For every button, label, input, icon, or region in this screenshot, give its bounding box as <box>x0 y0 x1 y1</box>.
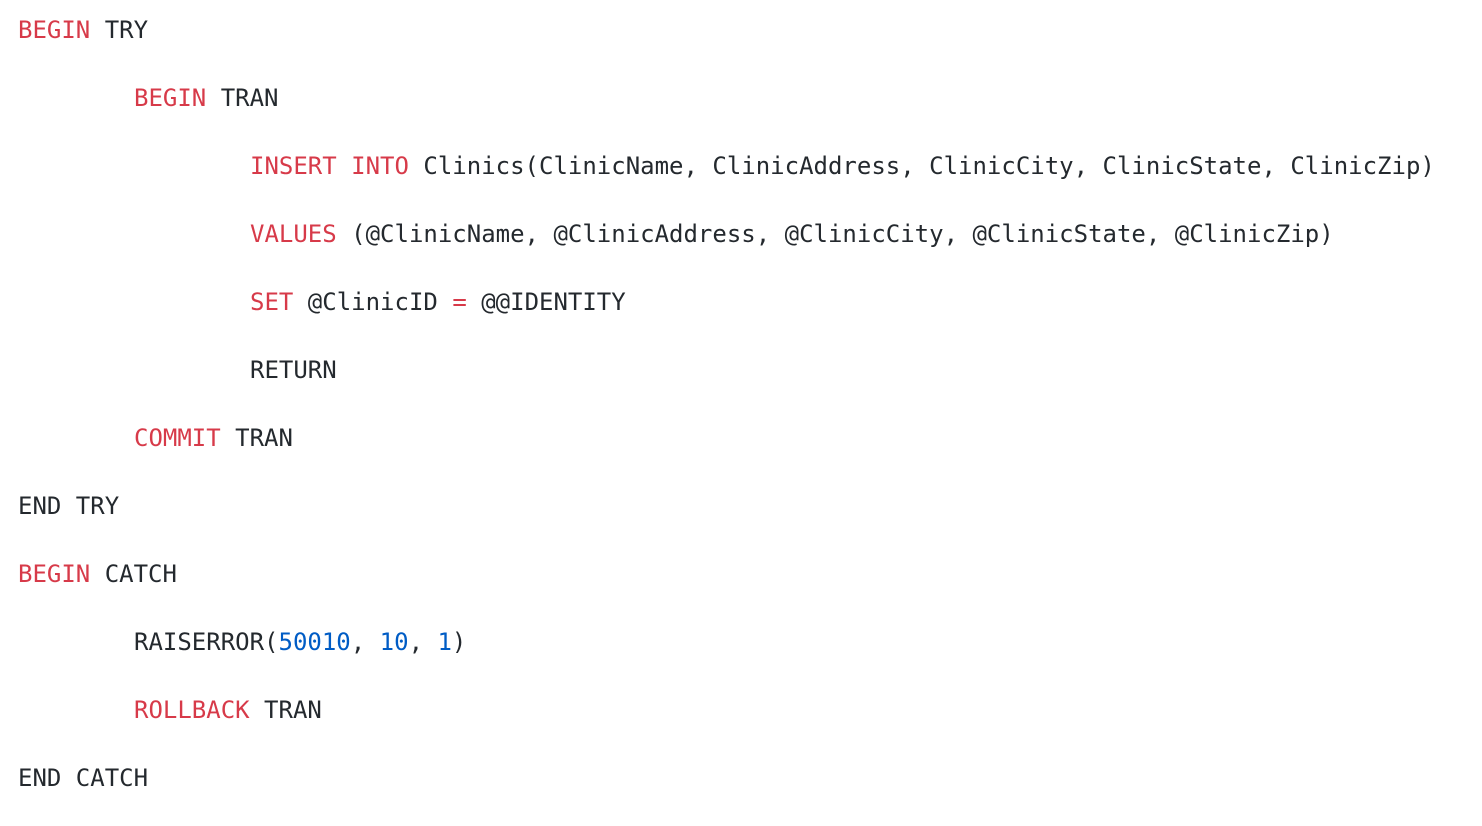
code-line-7: COMMIT TRAN <box>18 418 1435 458</box>
code-token: TRAN <box>249 696 322 724</box>
code-token: (@ClinicName, @ClinicAddress, @ClinicCit… <box>336 220 1334 248</box>
code-token: BEGIN <box>18 560 91 588</box>
code-token: END CATCH <box>18 764 149 792</box>
code-token: VALUES <box>250 220 337 248</box>
code-token: ) <box>451 628 467 656</box>
code-token: 1 <box>437 628 452 656</box>
code-token: INTO <box>351 152 409 180</box>
code-line-1: BEGIN TRY <box>18 10 1435 50</box>
code-token: Clinics(ClinicName, ClinicAddress, Clini… <box>408 152 1435 180</box>
code-line-11: ROLLBACK TRAN <box>18 690 1435 730</box>
code-token: @@IDENTITY <box>466 288 626 316</box>
code-line-9: BEGIN CATCH <box>18 554 1435 594</box>
code-token: RETURN <box>250 356 337 384</box>
code-token: @ClinicID <box>293 288 453 316</box>
code-token: BEGIN <box>134 84 207 112</box>
code-line-3: INSERT INTO Clinics(ClinicName, ClinicAd… <box>18 146 1435 186</box>
code-token: RAISERROR( <box>134 628 279 656</box>
code-line-5: SET @ClinicID = @@IDENTITY <box>18 282 1435 322</box>
code-token: TRAN <box>220 424 293 452</box>
code-token: = <box>452 288 467 316</box>
code-token: , <box>408 628 438 656</box>
code-token: TRY <box>90 16 149 44</box>
code-line-8: END TRY <box>18 486 1435 526</box>
code-token: 50010 <box>278 628 351 656</box>
code-token: COMMIT <box>134 424 221 452</box>
code-token: TRAN <box>206 84 279 112</box>
code-token: , <box>350 628 380 656</box>
code-line-6: RETURN <box>18 350 1435 390</box>
code-line-10: RAISERROR(50010, 10, 1) <box>18 622 1435 662</box>
code-token: CATCH <box>90 560 177 588</box>
code-token: END TRY <box>18 492 120 520</box>
code-token: INSERT <box>250 152 337 180</box>
code-token: 10 <box>379 628 409 656</box>
code-line-2: BEGIN TRAN <box>18 78 1435 118</box>
code-token: BEGIN <box>18 16 91 44</box>
code-line-12: END CATCH <box>18 758 1435 798</box>
code-token: SET <box>250 288 294 316</box>
code-block: BEGIN TRY BEGIN TRAN INSERT INTO Clinics… <box>18 10 1435 826</box>
code-token: ROLLBACK <box>134 696 250 724</box>
code-line-4: VALUES (@ClinicName, @ClinicAddress, @Cl… <box>18 214 1435 254</box>
